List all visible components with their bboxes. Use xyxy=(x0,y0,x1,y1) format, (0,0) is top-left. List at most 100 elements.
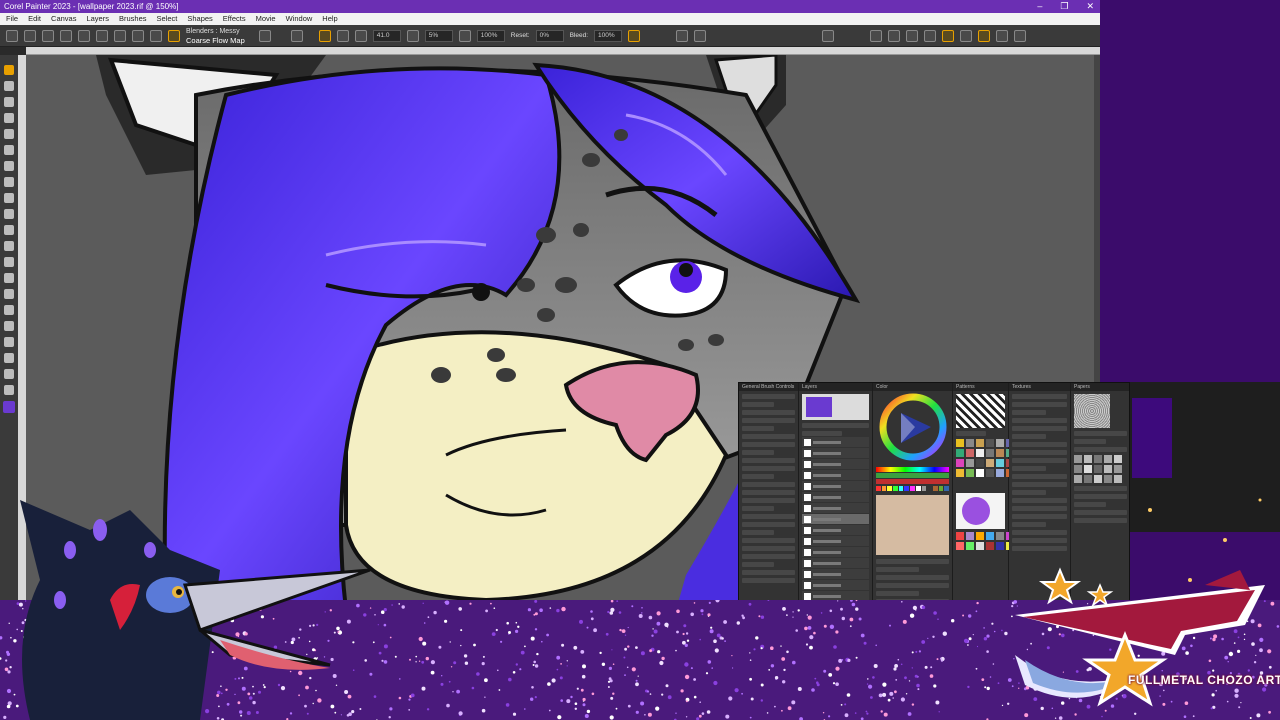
glitter-dot xyxy=(409,658,411,661)
color-swatch-icon[interactable] xyxy=(3,401,15,413)
dodge-icon[interactable] xyxy=(4,337,14,347)
pen-icon[interactable] xyxy=(132,29,144,42)
grid-icon[interactable] xyxy=(888,29,901,42)
rubber-stamp-icon[interactable] xyxy=(4,321,14,331)
panel-toggle-icon[interactable] xyxy=(822,29,835,42)
menu-canvas[interactable]: Canvas xyxy=(51,13,76,25)
layer-item[interactable] xyxy=(802,448,869,458)
brush-selector-icon[interactable] xyxy=(168,29,180,42)
menu-window[interactable]: Window xyxy=(286,13,313,25)
layer-item[interactable] xyxy=(802,525,869,535)
brush-controls-title: General Brush Controls xyxy=(739,383,798,391)
dropper-icon[interactable] xyxy=(290,29,303,42)
layer-item[interactable] xyxy=(802,437,869,447)
color-set[interactable] xyxy=(876,486,949,491)
lasso-icon[interactable] xyxy=(4,177,14,187)
brush-tool-icon[interactable] xyxy=(4,65,14,75)
glitter-dot xyxy=(828,715,831,718)
layer-item[interactable] xyxy=(802,459,869,469)
text-tool-icon[interactable] xyxy=(4,257,14,267)
brush-size-field[interactable]: 41.0 xyxy=(372,29,401,42)
dab-preview-icon[interactable] xyxy=(676,29,689,42)
brush-size-icon[interactable] xyxy=(354,29,367,42)
lighting-icon[interactable] xyxy=(960,29,973,42)
menu-help[interactable]: Help xyxy=(322,13,337,25)
opacity-field[interactable]: 5% xyxy=(424,29,453,42)
cloning-icon[interactable] xyxy=(694,29,707,42)
color-set-icon[interactable] xyxy=(996,29,1009,42)
save-icon[interactable] xyxy=(24,29,36,42)
minimize-icon[interactable]: – xyxy=(1037,0,1042,13)
shape-icon[interactable] xyxy=(4,241,14,251)
copy-icon[interactable] xyxy=(96,29,108,42)
restore-icon[interactable]: ❐ xyxy=(1060,0,1068,13)
layer-item[interactable] xyxy=(802,481,869,491)
bleed-field[interactable]: 100% xyxy=(594,29,623,42)
brush-selector[interactable]: Blenders : Messy Coarse Flow Map xyxy=(186,27,245,45)
zoom-icon[interactable] xyxy=(4,369,14,379)
reset-field[interactable]: 0% xyxy=(535,29,564,42)
stroke-type-icon[interactable] xyxy=(336,29,349,42)
pattern-preview[interactable] xyxy=(956,394,1005,428)
new-document-icon[interactable] xyxy=(6,29,18,42)
navigator-thumbnail[interactable] xyxy=(802,394,869,420)
menu-movie[interactable]: Movie xyxy=(256,13,276,25)
paint-bucket-icon[interactable] xyxy=(4,97,14,107)
dry-out-icon[interactable] xyxy=(628,29,641,42)
shape-selection-icon[interactable] xyxy=(4,273,14,283)
brush-library-icon[interactable] xyxy=(114,29,126,42)
menu-file[interactable]: File xyxy=(6,13,18,25)
menu-layers[interactable]: Layers xyxy=(86,13,109,25)
crop-icon[interactable] xyxy=(4,209,14,219)
grain-icon[interactable] xyxy=(458,29,471,42)
menu-brushes[interactable]: Brushes xyxy=(119,13,147,25)
grain-field[interactable]: 100% xyxy=(476,29,505,42)
layer-adjuster-icon[interactable] xyxy=(4,129,14,139)
menu-shapes[interactable]: Shapes xyxy=(187,13,212,25)
cut-icon[interactable] xyxy=(78,29,90,42)
paper-preview[interactable] xyxy=(1074,394,1110,428)
undo-icon[interactable] xyxy=(42,29,54,42)
redo-icon[interactable] xyxy=(60,29,72,42)
layer-item[interactable] xyxy=(802,558,869,568)
gradient-grid[interactable] xyxy=(956,532,1014,550)
grabber-icon[interactable] xyxy=(4,353,14,363)
menu-effects[interactable]: Effects xyxy=(223,13,246,25)
layer-item[interactable] xyxy=(802,503,869,513)
close-icon[interactable]: ✕ xyxy=(1086,0,1094,13)
scissors-icon[interactable] xyxy=(4,289,14,299)
pen-tool-icon[interactable] xyxy=(4,225,14,235)
mixer-icon[interactable] xyxy=(1014,29,1027,42)
color-wheel[interactable] xyxy=(873,391,953,463)
current-color-swatch[interactable] xyxy=(876,495,949,555)
perspective-icon[interactable] xyxy=(906,29,919,42)
opacity-icon[interactable] xyxy=(406,29,419,42)
layer-item[interactable] xyxy=(802,569,869,579)
rectangle-select-icon[interactable] xyxy=(4,161,14,171)
layer-item-selected[interactable] xyxy=(802,514,869,524)
rotate-page-icon[interactable] xyxy=(4,385,14,395)
menu-select[interactable]: Select xyxy=(157,13,178,25)
transform-icon[interactable] xyxy=(4,145,14,155)
layer-item[interactable] xyxy=(802,470,869,480)
stroke-mode-icon[interactable] xyxy=(318,29,331,42)
magic-wand-icon[interactable] xyxy=(4,193,14,203)
layer-item[interactable] xyxy=(802,547,869,557)
symmetry-icon[interactable] xyxy=(924,29,937,42)
dropper-tool-icon[interactable] xyxy=(4,81,14,91)
layer-item[interactable] xyxy=(802,536,869,546)
menu-edit[interactable]: Edit xyxy=(28,13,41,25)
help-icon[interactable] xyxy=(150,29,162,42)
favorite-heart-icon[interactable] xyxy=(258,29,271,42)
gradient-preview[interactable] xyxy=(956,493,1005,529)
layer-item[interactable] xyxy=(802,492,869,502)
tracing-icon[interactable] xyxy=(942,29,955,42)
layer-item[interactable] xyxy=(802,580,869,590)
pattern-grid[interactable] xyxy=(956,439,1014,477)
eraser-icon[interactable] xyxy=(4,113,14,123)
brush-ghost-icon[interactable] xyxy=(978,29,991,42)
layout-icon[interactable] xyxy=(870,29,883,42)
cloner-icon[interactable] xyxy=(4,305,14,315)
paper-grid[interactable] xyxy=(1074,455,1127,483)
glitter-dot xyxy=(860,633,865,638)
